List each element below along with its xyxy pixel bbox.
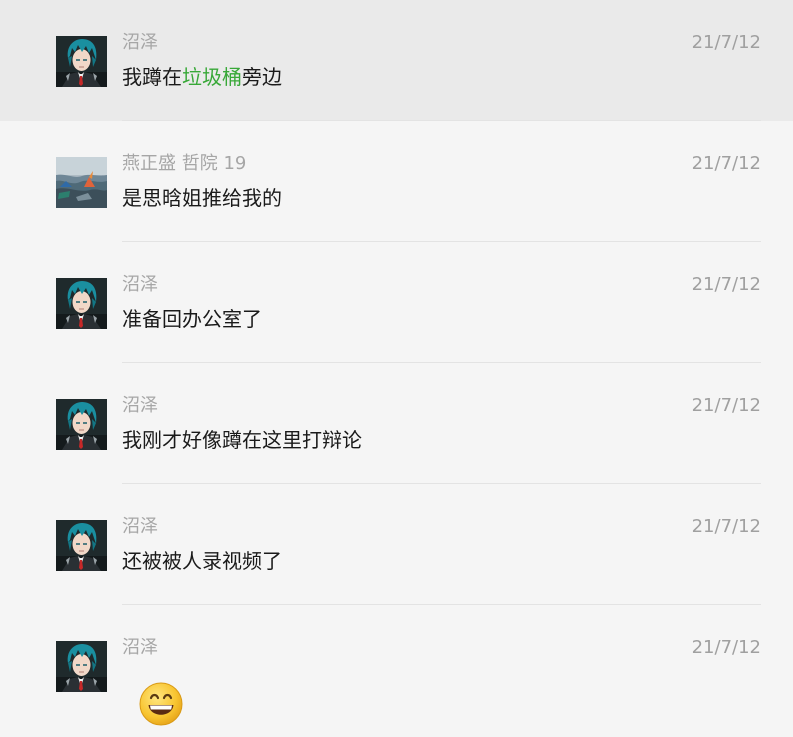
sender-name: 沼泽 (122, 395, 158, 416)
anime-character-avatar-icon (56, 641, 107, 692)
message-text[interactable]: 我刚才好像蹲在这里打辩论 (122, 426, 362, 454)
anime-character-avatar-icon (56, 520, 107, 571)
message-text-after: 旁边 (242, 65, 282, 89)
sender-name: 燕正盛 哲院 19 (122, 153, 247, 174)
sender-name: 沼泽 (122, 516, 158, 537)
list-item[interactable]: 沼泽 21/7/12 准备回办公室了 (0, 242, 793, 363)
message-date: 21/7/12 (691, 153, 761, 174)
sender-name: 沼泽 (122, 637, 158, 658)
message-text[interactable]: 我蹲在垃圾桶旁边 (122, 63, 282, 91)
avatar[interactable] (56, 278, 107, 329)
list-item[interactable]: 沼泽 21/7/12 我蹲在垃圾桶旁边 (0, 0, 793, 121)
avatar[interactable] (56, 520, 107, 571)
message-text[interactable]: 是思晗姐推给我的 (122, 184, 282, 212)
anime-character-avatar-icon (56, 278, 107, 329)
message-date: 21/7/12 (691, 637, 761, 658)
avatar[interactable] (56, 157, 107, 208)
message-date: 21/7/12 (691, 395, 761, 416)
list-item[interactable]: 沼泽 21/7/12 (0, 605, 793, 737)
avatar[interactable] (56, 399, 107, 450)
message-date: 21/7/12 (691, 32, 761, 53)
message-text[interactable]: 还被被人录视频了 (122, 547, 282, 575)
highlighted-keyword: 垃圾桶 (182, 65, 242, 89)
message-text-before: 我蹲在 (122, 65, 182, 89)
anime-character-avatar-icon (56, 36, 107, 87)
avatar[interactable] (56, 641, 107, 692)
sender-name: 沼泽 (122, 32, 158, 53)
list-item[interactable]: 沼泽 21/7/12 我刚才好像蹲在这里打辩论 (0, 363, 793, 484)
message-date: 21/7/12 (691, 274, 761, 295)
list-item[interactable]: 燕正盛 哲院 19 21/7/12 是思晗姐推给我的 (0, 121, 793, 242)
landscape-photo-avatar-icon (56, 157, 107, 208)
list-item[interactable]: 沼泽 21/7/12 还被被人录视频了 (0, 484, 793, 605)
sender-name: 沼泽 (122, 274, 158, 295)
message-date: 21/7/12 (691, 516, 761, 537)
grinning-face-emoji-icon[interactable] (138, 681, 184, 727)
message-text[interactable]: 准备回办公室了 (122, 305, 262, 333)
conversation-list: 沼泽 21/7/12 我蹲在垃圾桶旁边 燕正盛 哲院 19 21/7/12 是思… (0, 0, 793, 737)
anime-character-avatar-icon (56, 399, 107, 450)
avatar[interactable] (56, 36, 107, 87)
